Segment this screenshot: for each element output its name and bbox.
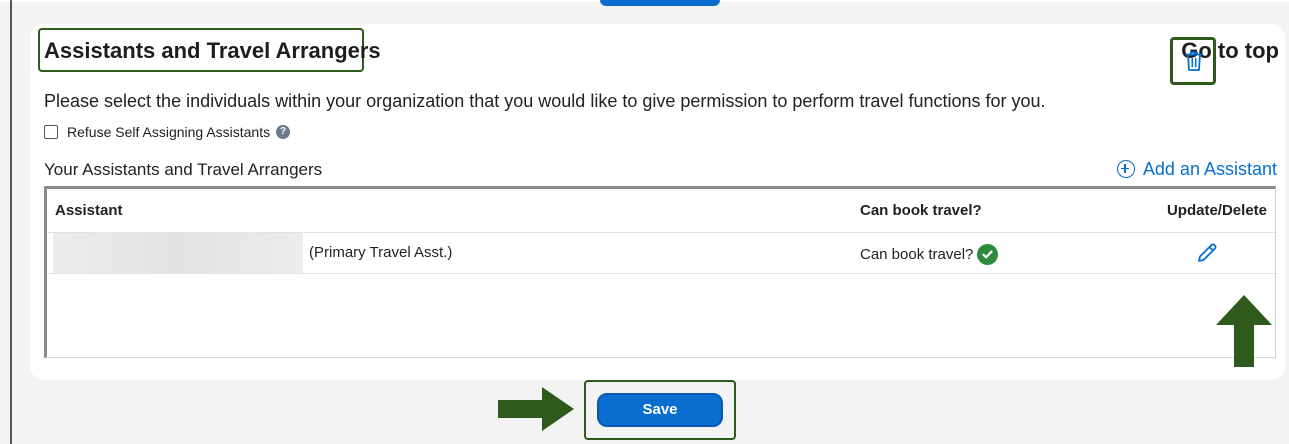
- row-divider: [47, 273, 1275, 274]
- help-icon[interactable]: ?: [276, 125, 291, 139]
- refuse-self-assign-row: Refuse Self Assigning Assistants ?: [44, 123, 291, 141]
- trash-icon[interactable]: [1184, 50, 1204, 72]
- column-header-assistant: Assistant: [55, 202, 123, 219]
- section-title: Assistants and Travel Arrangers: [44, 38, 381, 63]
- assistants-heading: Your Assistants and Travel Arrangers: [44, 160, 323, 179]
- assistants-table: Assistant Can book travel? Update/Delete…: [44, 186, 1276, 358]
- add-assistant-button[interactable]: Add an Assistant: [1116, 157, 1277, 181]
- check-circle-icon: [977, 243, 999, 265]
- top-tab-indicator: [600, 0, 720, 6]
- can-book-text: Can book travel?: [860, 245, 974, 263]
- column-header-update-delete: Update/Delete: [1166, 202, 1267, 219]
- refuse-self-assign-checkbox[interactable]: [44, 125, 58, 139]
- frame-left-border: [10, 0, 12, 444]
- arrow-right-icon: [498, 387, 574, 431]
- assistant-role: (Primary Travel Asst.): [309, 244, 453, 261]
- refuse-self-assign-label: Refuse Self Assigning Assistants: [67, 124, 271, 140]
- edit-pencil-icon[interactable]: [1195, 241, 1219, 265]
- assistant-name-redacted: [53, 233, 303, 273]
- arrow-up-icon: [1216, 295, 1272, 367]
- section-description: Please select the individuals within you…: [44, 91, 1046, 111]
- can-book-cell: Can book travel?: [860, 243, 999, 265]
- column-header-can-book: Can book travel?: [860, 202, 982, 219]
- add-assistant-label: Add an Assistant: [1142, 158, 1277, 179]
- save-button[interactable]: Save: [597, 393, 723, 427]
- plus-circle-icon: [1116, 160, 1135, 178]
